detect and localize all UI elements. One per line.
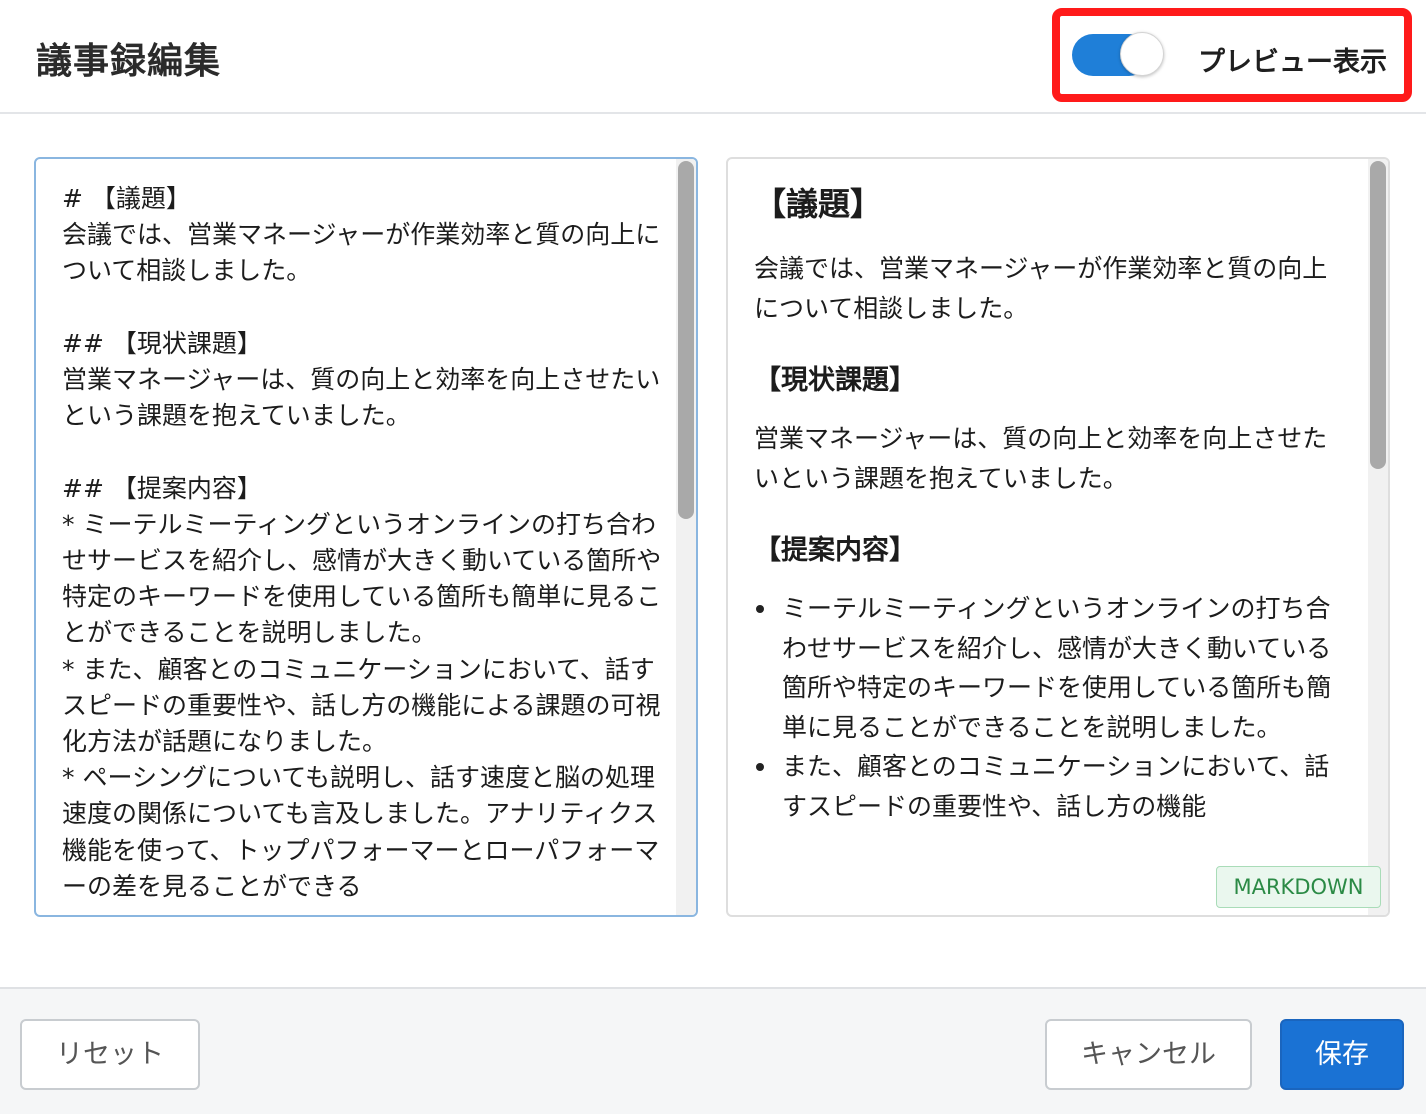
preview-heading-issues: 【現状課題】 xyxy=(754,365,916,396)
preview-heading-proposal: 【提案内容】 xyxy=(754,535,916,566)
toggle-knob-icon[interactable] xyxy=(1120,32,1164,76)
save-button[interactable]: 保存 xyxy=(1280,1019,1404,1090)
cancel-button[interactable]: キャンセル xyxy=(1045,1019,1252,1090)
editor-scrollbar-thumb[interactable] xyxy=(678,161,694,519)
preview-toggle-label[interactable]: プレビュー表示 xyxy=(1198,40,1387,79)
preview-toggle-highlight: プレビュー表示 xyxy=(1052,8,1412,102)
markdown-preview: 【議題】 会議では、営業マネージャーが作業効率と質の向上について相談しました。 … xyxy=(726,157,1390,917)
preview-scrollbar-thumb[interactable] xyxy=(1370,161,1386,469)
editor-textarea[interactable]: # 【議題】 会議では、営業マネージャーが作業効率と質の向上について相談しました… xyxy=(62,181,662,905)
list-item: また、顧客とのコミュニケーションにおいて、話すスピードの重要性や、話し方の機能 xyxy=(754,747,1342,826)
reset-button[interactable]: リセット xyxy=(20,1019,200,1090)
preview-heading-agenda: 【議題】 xyxy=(754,185,883,223)
preview-content: 【議題】 会議では、営業マネージャーが作業効率と質の向上について相談しました。 … xyxy=(754,181,1342,826)
list-item: ミーテルミーティングというオンラインの打ち合わせサービスを紹介し、感情が大きく動… xyxy=(754,589,1342,747)
dialog-header: 議事録編集 プレビュー表示 xyxy=(0,0,1426,114)
markdown-editor[interactable]: # 【議題】 会議では、営業マネージャーが作業効率と質の向上について相談しました… xyxy=(34,157,698,917)
markdown-badge: MARKDOWN xyxy=(1216,866,1381,908)
dialog-footer: リセット キャンセル 保存 xyxy=(0,987,1426,1114)
preview-scrollbar[interactable] xyxy=(1368,159,1388,915)
preview-bullet-list: ミーテルミーティングというオンラインの打ち合わせサービスを紹介し、感情が大きく動… xyxy=(754,589,1342,826)
preview-paragraph: 営業マネージャーは、質の向上と効率を向上させたいという課題を抱えていました。 xyxy=(754,424,1328,493)
editor-scrollbar[interactable] xyxy=(676,159,696,915)
page-title: 議事録編集 xyxy=(36,41,222,82)
preview-paragraph: 会議では、営業マネージャーが作業効率と質の向上について相談しました。 xyxy=(754,254,1328,323)
